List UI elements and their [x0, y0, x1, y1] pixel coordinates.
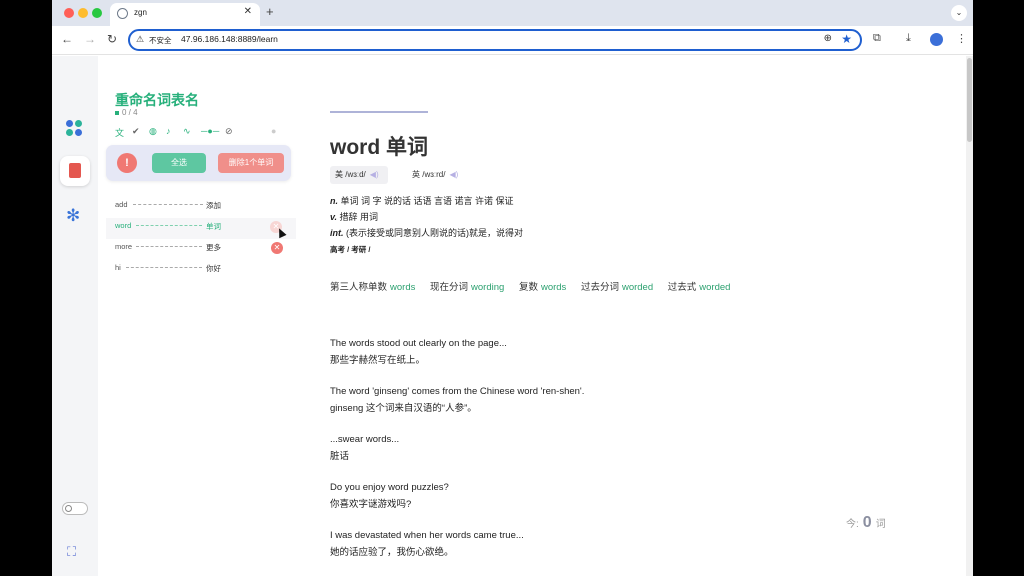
wordlist-title[interactable]: 重命名词表名 [115, 90, 199, 110]
browser-window: zgn ✕ + ⌄ ← → ↻ ⚠ 不安全 47.96.186.148:8889… [52, 0, 973, 576]
tab-search-button[interactable]: ⌄ [951, 5, 967, 21]
extensions-icon[interactable]: ⧉ [873, 32, 881, 45]
remove-word-icon[interactable]: ✕ [271, 242, 283, 254]
list-item-word: hi [115, 263, 121, 272]
speaker-icon[interactable]: ◀) [449, 170, 458, 179]
tab-zgn[interactable]: zgn ✕ [110, 3, 260, 26]
compass-icon[interactable]: ⊘ [225, 126, 233, 137]
browser-toolbar: ← → ↻ ⚠ 不安全 47.96.186.148:8889/learn ⊕ ★… [52, 26, 973, 55]
zoom-icon[interactable]: ⊕ [824, 33, 832, 44]
word-forms: 第三人称单数 words 现在分词 wording 复数 words 过去分词 word… [330, 279, 742, 293]
url-text[interactable]: 47.96.186.148:8889/learn [181, 34, 278, 44]
list-item[interactable]: hi 你好 [106, 260, 296, 281]
definition-line: int. (表示接受或同意别人刚说的话)就是，说得对 [330, 228, 524, 238]
music-icon[interactable]: ♪ [166, 126, 171, 136]
example-sentences: The words stood out clearly on the page.… [330, 338, 584, 576]
word-form: 复数 words [518, 282, 567, 293]
list-item-word: more [115, 242, 133, 251]
definitions: n. 单词 词 字 说的话 话语 言语 诺言 许诺 保证 v. 措辞 用词 in… [330, 193, 523, 241]
bookmark-star-icon[interactable]: ★ [841, 32, 852, 46]
translate-icon[interactable]: 文 [115, 126, 124, 139]
word-title: word 单词 [330, 136, 428, 159]
count-text: 0 / 4 [122, 108, 138, 117]
action-card: ! 全选 删除1个单词 [106, 145, 291, 181]
wordlist-count: 0 / 4 [115, 108, 138, 117]
tab-strip: zgn ✕ + ⌄ [52, 0, 973, 26]
sentence-item: I was devastated when her words came tru… [330, 530, 524, 558]
speaker-icon[interactable]: ◀) [370, 170, 379, 179]
exam-tags: 高考 / 考研 / [330, 245, 371, 254]
word-form: 第三人称单数 words [330, 282, 416, 293]
atom-icon[interactable]: ✻ [66, 206, 80, 226]
slider-icon[interactable]: ─●─ [201, 126, 219, 136]
close-window-button[interactable] [64, 8, 74, 18]
definition-line: n. 单词 词 字 说的话 话语 言语 诺言 许诺 保证 [330, 196, 514, 206]
list-item-meaning: 单词 [206, 222, 221, 231]
more-menu-icon[interactable]: ⋮ [956, 32, 967, 45]
fullscreen-icon[interactable]: ⛶ [67, 544, 76, 560]
download-icon[interactable]: ⤓ [906, 32, 911, 45]
learning-progress [330, 111, 428, 113]
word-form: 现在分词 wording [430, 282, 505, 293]
word-form: 过去分词 worded [580, 282, 654, 293]
minimize-window-button[interactable] [78, 8, 88, 18]
list-item[interactable]: add 添加 [106, 197, 296, 218]
tab-close-button[interactable]: ✕ [244, 6, 252, 17]
maximize-window-button[interactable] [92, 8, 102, 18]
list-item-meaning: 更多 [206, 243, 221, 252]
wordbook-icon[interactable] [60, 156, 90, 186]
phonetic-uk-text: 英 /wɜːrd/ [412, 170, 446, 179]
word-list: add 添加 word 单词 ✕ more 更多 ✕ hi 你好 [106, 197, 296, 281]
warning-icon[interactable]: ⚠ [136, 34, 144, 45]
today-counter: 今: 0 词 [846, 514, 886, 531]
page-scrollbar[interactable] [966, 56, 973, 576]
sentence-item: The words stood out clearly on the page.… [330, 338, 507, 366]
sentence-item: Do you enjoy word puzzles? 你喜欢字谜游戏吗? [330, 482, 449, 510]
app-page: ✻ ⛶ 重命名词表名 0 / 4 文 ✔ ◍ ♪ ∿ ─●─ ⊘ ● ! 全选 … [52, 56, 973, 576]
sentence-item: ...swear words... 脏话 [330, 434, 400, 462]
list-item-meaning: 添加 [206, 201, 221, 210]
new-tab-button[interactable]: + [266, 4, 274, 19]
phonetic-us-text: 美 /wɜːd/ [335, 170, 366, 179]
tab-title: zgn [134, 8, 147, 17]
delete-words-button[interactable]: 删除1个单词 [218, 153, 284, 173]
address-bar[interactable]: ⚠ 不安全 47.96.186.148:8889/learn ⊕ ★ [128, 29, 862, 51]
forward-icon[interactable]: → [84, 32, 96, 46]
waveform-icon[interactable]: ∿ [183, 126, 191, 137]
select-all-button[interactable]: 全选 [152, 153, 206, 173]
left-rail: ✻ ⛶ [52, 56, 98, 576]
list-item-meaning: 你好 [206, 264, 221, 273]
list-item[interactable]: more 更多 ✕ [106, 239, 296, 260]
alert-button[interactable]: ! [117, 153, 137, 173]
profile-avatar[interactable] [930, 33, 943, 46]
list-item-word: word [115, 221, 132, 230]
definition-line: v. 措辞 用词 [330, 212, 379, 222]
toolbar-icons: 文 ✔ ◍ ♪ ∿ ─●─ ⊘ ● [115, 126, 285, 138]
reload-icon[interactable]: ↻ [107, 32, 117, 46]
list-item-word: add [115, 200, 128, 209]
word-form: 过去式 worded [667, 282, 731, 293]
list-item[interactable]: word 单词 ✕ [106, 218, 296, 239]
app-logo-icon[interactable] [66, 120, 84, 138]
sentence-item: The word 'ginseng' comes from the Chines… [330, 386, 585, 414]
theme-toggle[interactable] [62, 502, 88, 515]
phonetic-uk[interactable]: 英 /wɜːrd/◀) [407, 166, 473, 184]
insecure-label[interactable]: 不安全 [149, 35, 172, 46]
check-circle-icon[interactable]: ✔ [132, 126, 140, 137]
phonetic-us[interactable]: 美 /wɜːd/ ◀) [330, 166, 388, 184]
back-icon[interactable]: ← [61, 32, 73, 46]
github-icon [117, 8, 128, 19]
mouse-icon[interactable]: ◍ [149, 126, 157, 137]
help-icon[interactable]: ● [271, 126, 276, 136]
